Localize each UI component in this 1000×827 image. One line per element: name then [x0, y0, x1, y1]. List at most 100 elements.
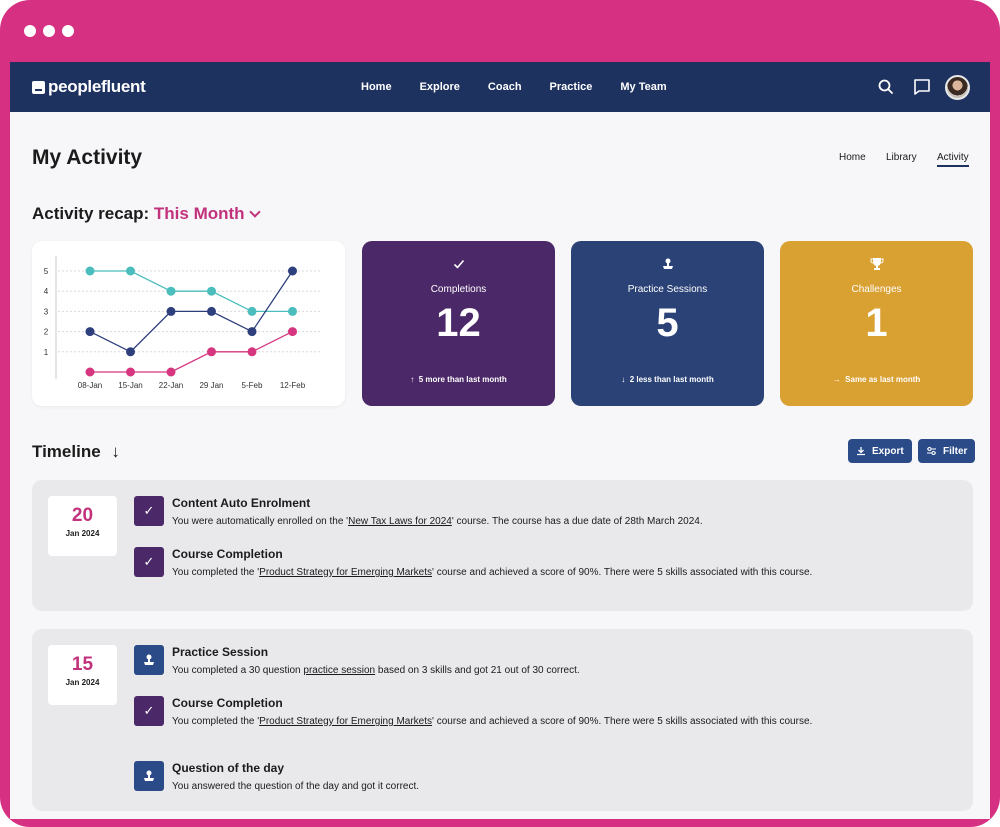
data-point — [207, 306, 216, 316]
entry-text: You completed a 30 question — [172, 665, 304, 676]
entry-text: You answered the question of the day and… — [172, 781, 420, 792]
practice-sessions-value: 5 — [656, 301, 679, 345]
export-label: Export — [872, 445, 904, 457]
timeline-title: Timeline — [32, 442, 101, 461]
sort-arrow-down-icon[interactable]: ↓ — [111, 442, 120, 461]
user-avatar[interactable] — [945, 75, 970, 100]
course-link[interactable]: Product Strategy for Emerging Markets — [259, 567, 432, 578]
page-title: My Activity — [32, 146, 143, 169]
chevron-down-icon — [248, 206, 261, 218]
logo-icon — [32, 80, 45, 94]
date-day: 15 — [71, 654, 94, 675]
joystick-icon — [134, 761, 164, 791]
app-screen: peoplefluent Home Explore Coach Practice… — [10, 62, 990, 819]
x-tick-label: 29 Jan — [199, 381, 223, 390]
arrow-right-icon: → — [832, 375, 846, 384]
completions-label: Completions — [430, 284, 487, 295]
window-dot — [43, 25, 55, 37]
entry-title: Question of the day — [172, 761, 285, 775]
x-tick-label: 15-Jan — [118, 381, 142, 390]
subnav-activity[interactable]: Activity — [937, 152, 969, 167]
y-tick-label: 5 — [44, 267, 49, 276]
entry-text: ' course. The course has a due date of 2… — [451, 516, 703, 527]
practice-sessions-note-text: 2 less than last month — [629, 375, 714, 384]
entry-description: You completed a 30 question practice ses… — [172, 664, 882, 678]
joystick-icon — [134, 645, 164, 675]
data-point — [166, 367, 176, 377]
y-tick-label: 2 — [44, 328, 49, 337]
nav-item-my-team[interactable]: My Team — [620, 81, 666, 93]
entry-title: Content Auto Enrolment — [172, 496, 311, 510]
filter-sliders-icon — [927, 447, 936, 455]
joystick-icon — [663, 258, 673, 269]
data-point — [247, 327, 257, 337]
search-icon[interactable] — [875, 76, 897, 98]
timeline-heading[interactable]: Timeline ↓ — [32, 442, 120, 462]
challenges-value: 1 — [865, 301, 888, 345]
course-link[interactable]: Product Strategy for Emerging Markets — [259, 716, 432, 727]
date-month-year: Jan 2024 — [65, 678, 100, 687]
filter-button[interactable]: Filter — [918, 439, 976, 463]
entry-text: based on 3 skills and got 21 out of 30 c… — [375, 665, 580, 676]
completions-card[interactable]: Completions 12 ↑ 5 more than last month — [362, 241, 555, 406]
nav-item-home[interactable]: Home — [361, 81, 392, 93]
subnav-library[interactable]: Library — [886, 152, 917, 163]
practice-sessions-note: ↓ 2 less than last month — [571, 375, 764, 384]
challenges-note-text: Same as last month — [845, 375, 921, 384]
entry-title: Course Completion — [172, 547, 283, 561]
data-point — [247, 347, 257, 357]
date-badge: 15 Jan 2024 — [48, 645, 117, 705]
data-point — [85, 266, 95, 276]
data-point — [288, 306, 297, 316]
entry-text: ' course and achieved a score of 90%. Th… — [432, 716, 813, 727]
practice-session-link[interactable]: practice session — [303, 665, 375, 676]
data-point — [288, 266, 297, 276]
entry-text: You completed the ' — [172, 716, 260, 727]
brand-logo[interactable]: peoplefluent — [32, 76, 146, 98]
arrow-up-icon: ↑ — [410, 375, 419, 384]
data-point — [207, 347, 216, 357]
date-day: 20 — [71, 505, 94, 526]
date-month-year: Jan 2024 — [65, 529, 100, 538]
entry-description: You were automatically enrolled on the '… — [172, 515, 882, 529]
x-tick-label: 08-Jan — [78, 381, 102, 390]
entry-title: Practice Session — [172, 645, 269, 659]
arrow-down-icon: ↓ — [621, 375, 630, 384]
data-point — [166, 286, 176, 296]
data-point — [85, 327, 95, 337]
data-point — [126, 266, 135, 276]
timeline-group: 15 Jan 2024 Practice Session You complet… — [32, 629, 973, 811]
x-tick-label: 12-Feb — [280, 381, 306, 390]
entry-title: Course Completion — [172, 696, 283, 710]
y-tick-label: 1 — [44, 348, 49, 357]
subnav-home[interactable]: Home — [839, 152, 866, 163]
y-tick-label: 3 — [44, 307, 49, 316]
trophy-icon — [870, 258, 884, 270]
entry-description: You completed the 'Product Strategy for … — [172, 715, 882, 729]
entry-text: ' course and achieved a score of 90%. Th… — [432, 567, 813, 578]
data-point — [126, 347, 135, 357]
completions-note-text: 5 more than last month — [418, 375, 507, 384]
nav-item-coach[interactable]: Coach — [488, 81, 522, 93]
data-point — [288, 327, 297, 337]
data-point — [207, 286, 216, 296]
nav-item-explore[interactable]: Explore — [420, 81, 460, 93]
timeline-group: 20 Jan 2024 ✓ Content Auto Enrolment You… — [32, 480, 973, 611]
challenges-card[interactable]: Challenges 1 → Same as last month — [780, 241, 973, 406]
check-icon — [453, 259, 465, 269]
data-point — [166, 306, 176, 316]
entry-text: You were automatically enrolled on the ' — [172, 516, 349, 527]
recap-period-dropdown[interactable]: This Month — [153, 204, 261, 223]
recap-label: Activity recap: — [32, 204, 150, 223]
chat-icon[interactable] — [911, 76, 933, 98]
entry-description: You answered the question of the day and… — [172, 780, 882, 794]
recap-period-value: This Month — [153, 204, 245, 223]
practice-sessions-label: Practice Sessions — [627, 284, 708, 295]
nav-item-practice[interactable]: Practice — [550, 81, 593, 93]
check-icon: ✓ — [134, 547, 164, 577]
date-badge: 20 Jan 2024 — [48, 496, 117, 556]
window-dot — [24, 25, 36, 37]
export-button[interactable]: Export — [848, 439, 912, 463]
practice-sessions-card[interactable]: Practice Sessions 5 ↓ 2 less than last m… — [571, 241, 764, 406]
course-link[interactable]: New Tax Laws for 2024 — [348, 516, 452, 527]
